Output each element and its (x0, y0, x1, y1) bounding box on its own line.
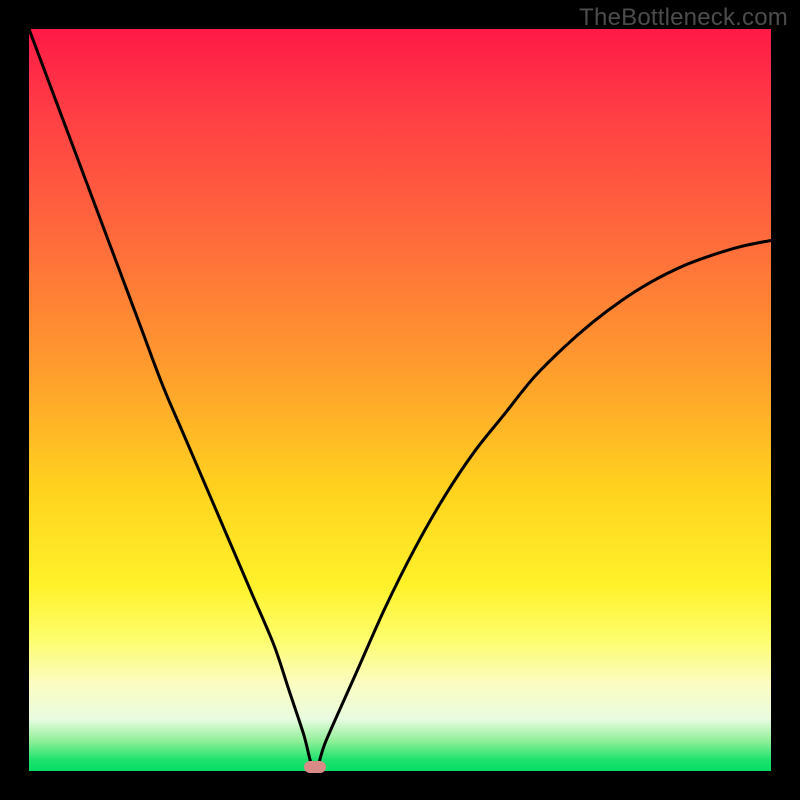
bottleneck-curve (29, 29, 771, 771)
chart-frame (29, 29, 771, 771)
bottleneck-curve-path (29, 29, 771, 771)
watermark-text: TheBottleneck.com (579, 4, 788, 32)
minimum-marker (304, 761, 326, 773)
